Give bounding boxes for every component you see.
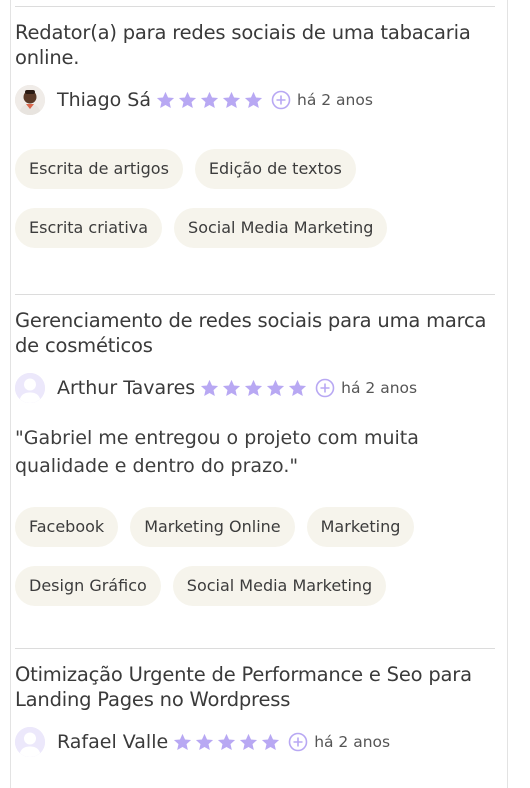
star-icon [222,91,241,108]
skill-tag[interactable]: Social Media Marketing [174,208,388,248]
star-icon [156,91,175,108]
star-icon [289,379,307,396]
skill-tag[interactable]: Escrita de artigos [15,149,183,189]
review-time: há 2 anos [314,733,391,751]
review-time: há 2 anos [341,379,418,397]
project-title[interactable]: Redator(a) para redes sociais de uma tab… [15,20,495,70]
star-icon [262,733,280,750]
star-icon [196,733,214,750]
avatar[interactable] [15,85,45,115]
rating-stars [199,378,309,399]
project-title[interactable]: Gerenciamento de redes sociais para uma … [15,308,495,358]
review-time: há 2 anos [297,91,373,109]
review-meta: Rafael Valle há 2 anos [15,724,495,760]
star-icon [200,91,219,108]
star-icon [178,91,197,108]
avatar[interactable] [15,373,45,403]
review-quote: "Gabriel me entregou o projeto com muita… [15,427,419,477]
review-meta: Arthur Tavares há 2 anos [15,370,495,406]
star-icon [201,379,219,396]
skill-tag[interactable]: Facebook [15,507,119,547]
review-card: Otimização Urgente de Performance e Seo … [15,662,495,760]
skill-tag[interactable]: Social Media Marketing [172,566,387,606]
rating-stars [172,732,282,753]
divider [15,294,495,295]
star-icon [223,379,241,396]
star-icon [174,733,192,750]
avatar[interactable] [15,727,45,757]
skill-tag[interactable]: Escrita criativa [15,208,163,248]
expand-plus-icon[interactable] [271,90,291,110]
skill-tag[interactable]: Design Gráfico [15,566,161,606]
skill-tags: Escrita de artigos Edição de textos Escr… [15,149,495,267]
skill-tag[interactable]: Marketing Online [130,507,295,547]
rating-stars [155,90,265,111]
star-icon [267,379,285,396]
skill-tags: Facebook Marketing Online Marketing Desi… [15,507,495,625]
star-icon [244,91,263,108]
star-icon [240,733,258,750]
reviewer-name[interactable]: Arthur Tavares [57,377,195,399]
divider [15,6,495,7]
divider [15,648,495,649]
review-card: Gerenciamento de redes sociais para uma … [15,308,495,625]
project-title[interactable]: Otimização Urgente de Performance e Seo … [15,662,495,712]
expand-plus-icon[interactable] [315,378,335,398]
skill-tag[interactable]: Edição de textos [194,149,356,189]
reviewer-name[interactable]: Rafael Valle [57,731,168,753]
star-icon [245,379,263,396]
review-meta: Thiago Sá há 2 anos [15,82,495,118]
review-card: Redator(a) para redes sociais de uma tab… [15,20,495,267]
expand-plus-icon[interactable] [288,732,308,752]
reviewer-name[interactable]: Thiago Sá [57,89,151,111]
skill-tag[interactable]: Marketing [306,507,415,547]
star-icon [218,733,236,750]
